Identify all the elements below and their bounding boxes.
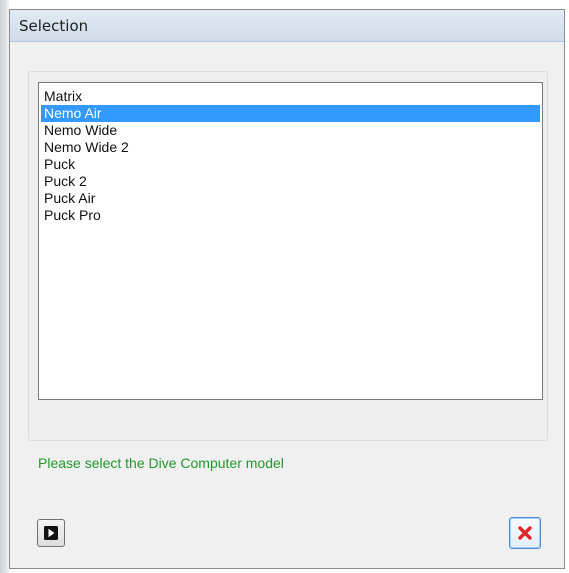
screen: Selection Matrix Nemo Air Nemo Wide Nemo…: [0, 0, 569, 573]
list-item[interactable]: Puck 2: [41, 173, 540, 190]
hint-message: Please select the Dive Computer model: [38, 455, 284, 471]
close-icon: [518, 526, 532, 540]
model-listbox[interactable]: Matrix Nemo Air Nemo Wide Nemo Wide 2 Pu…: [38, 82, 543, 400]
desktop-edge: [0, 0, 9, 573]
next-button[interactable]: [37, 519, 65, 547]
list-item[interactable]: Nemo Air: [41, 105, 540, 122]
cancel-button[interactable]: [509, 517, 541, 549]
list-item[interactable]: Nemo Wide: [41, 122, 540, 139]
list-item[interactable]: Nemo Wide 2: [41, 139, 540, 156]
list-item[interactable]: Puck Pro: [41, 207, 540, 224]
list-item[interactable]: Puck: [41, 156, 540, 173]
list-item[interactable]: Matrix: [41, 88, 540, 105]
selection-dialog: Selection Matrix Nemo Air Nemo Wide Nemo…: [9, 9, 565, 569]
list-item[interactable]: Puck Air: [41, 190, 540, 207]
next-arrow-icon: [44, 526, 58, 540]
window-title: Selection: [19, 17, 89, 35]
title-bar[interactable]: Selection: [10, 10, 564, 42]
